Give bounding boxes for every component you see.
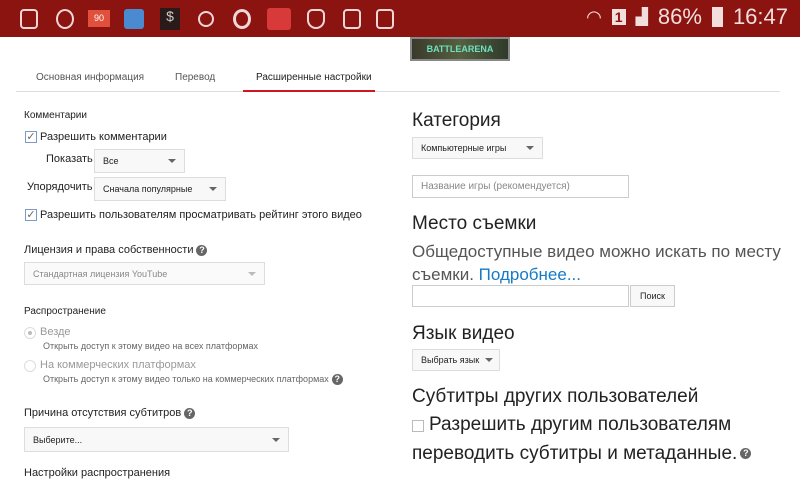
signal-icon: ▟ [635, 9, 648, 26]
location-search-button[interactable]: Поиск [630, 285, 675, 307]
captions-value: Выберите... [33, 434, 83, 445]
distribution-settings-heading: Настройки распространения [24, 467, 171, 479]
sort-label: Упорядочить [27, 181, 93, 193]
language-value: Выбрать язык [421, 355, 480, 365]
comments-heading: Комментарии [24, 110, 87, 121]
license-heading-text: Лицензия и права собственности [24, 244, 194, 256]
learn-more-link[interactable]: Подробнее... [479, 265, 581, 284]
show-rating-checkbox[interactable]: ✓ [25, 209, 37, 221]
location-heading: Место съемки [412, 213, 537, 234]
commercial-label: На коммерческих платформах [40, 359, 196, 371]
tab-advanced-settings[interactable]: Расширенные настройки [256, 72, 372, 83]
chevron-down-icon [209, 187, 217, 191]
category-heading: Категория [412, 110, 501, 131]
chevron-down-icon [526, 146, 534, 150]
category-select[interactable]: Компьютерные игры [412, 137, 543, 159]
distribution-heading: Распространение [24, 306, 106, 317]
tab-translation[interactable]: Перевод [175, 72, 215, 83]
chevron-down-icon [485, 358, 493, 362]
game-title-input[interactable]: Название игры (рекомендуется) [412, 175, 629, 198]
license-select: Стандартная лицензия YouTube [24, 262, 265, 285]
q-app-icon [233, 9, 251, 29]
language-select[interactable]: Выбрать язык [412, 349, 500, 371]
status-bar: 90 $ ◠ 1 ▟ 86% 16:47 [0, 0, 800, 37]
clock: 16:47 [732, 4, 788, 29]
captions-select[interactable]: Выберите... [24, 427, 289, 452]
gift-icon [267, 8, 291, 30]
allow-comments-label: Разрешить комментарии [40, 131, 167, 143]
community-captions-line2-row: переводить субтитры и метаданные.? [412, 443, 752, 465]
help-icon[interactable]: ? [331, 374, 343, 386]
video-thumbnail[interactable]: BATTLEARENA [410, 37, 510, 61]
captions-heading: Причина отсутствия субтитров? [24, 407, 196, 419]
captions-heading-text: Причина отсутствия субтитров [24, 407, 182, 419]
community-captions-line2: переводить субтитры и метаданные. [412, 443, 738, 464]
help-icon[interactable]: ? [740, 448, 752, 460]
license-value: Стандартная лицензия YouTube [33, 268, 168, 279]
sim-icon: 1 [611, 9, 626, 25]
help-icon[interactable]: ? [184, 407, 196, 419]
shield-icon [307, 9, 325, 29]
license-heading: Лицензия и права собственности? [24, 244, 208, 256]
community-captions-heading: Субтитры других пользователей [412, 386, 699, 407]
dollar-app-icon: $ [160, 8, 180, 30]
show-value: Все [103, 156, 119, 166]
chevron-down-icon [272, 437, 280, 442]
tab-basic-info[interactable]: Основная информация [36, 72, 144, 83]
commercial-desc-row: Открыть доступ к этому видео только на к… [43, 374, 343, 386]
location-input[interactable] [412, 285, 629, 307]
video-icon [343, 9, 361, 29]
location-desc-block: Общедоступные видео можно искать по мест… [412, 240, 792, 286]
game-title-placeholder: Название игры (рекомендуется) [421, 181, 570, 192]
community-captions-line1: Разрешить другим пользователям [429, 414, 732, 435]
everywhere-desc: Открыть доступ к этому видео на всех пла… [43, 341, 259, 351]
help-icon[interactable]: ? [196, 244, 208, 256]
commercial-radio[interactable] [24, 360, 36, 372]
community-captions-checkbox[interactable] [412, 420, 424, 432]
tab-bar: Основная информация Перевод Расширенные … [16, 66, 780, 92]
everywhere-label: Везде [40, 326, 71, 338]
clipboard-check-icon [376, 9, 394, 29]
category-value: Компьютерные игры [421, 143, 507, 153]
allow-comments-checkbox[interactable]: ✓ [25, 131, 37, 143]
messenger-icon [56, 9, 74, 29]
notification-badge-icon: 90 [88, 10, 110, 27]
phone-timer-icon [20, 9, 38, 29]
active-tab-indicator [243, 90, 375, 92]
wifi-icon: ◠ [586, 6, 602, 27]
sort-value: Сначала популярные [103, 184, 193, 194]
file-manager-icon [124, 9, 144, 29]
location-desc-text: Общедоступные видео можно искать по мест… [412, 242, 781, 284]
battery-percent: 86% [657, 4, 702, 29]
battery-icon [711, 7, 723, 27]
chevron-down-icon [248, 271, 256, 276]
chevron-down-icon [168, 159, 176, 163]
sort-select[interactable]: Сначала популярные [94, 177, 226, 201]
shield-app-icon [198, 11, 214, 27]
show-rating-label: Разрешить пользователям просматривать ре… [40, 209, 362, 221]
everywhere-radio[interactable] [24, 327, 36, 339]
show-select[interactable]: Все [94, 149, 185, 173]
show-label: Показать [46, 153, 93, 165]
language-heading: Язык видео [412, 323, 515, 344]
commercial-desc: Открыть доступ к этому видео только на к… [43, 374, 329, 384]
